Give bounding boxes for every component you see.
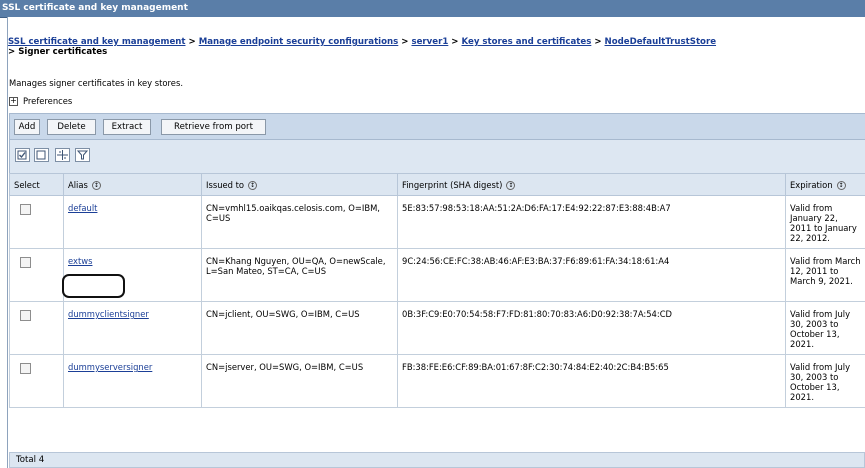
issued-to-cell: CN=jserver, OU=SWG, O=IBM, C=US bbox=[201, 354, 398, 408]
sort-icon[interactable]: ↕ bbox=[91, 180, 101, 190]
annotation-highlight bbox=[62, 274, 125, 298]
signer-certificates-table: Select Alias ↕ Issued to ↕ Fingerprint (SH… bbox=[9, 173, 865, 408]
extract-button[interactable]: Extract bbox=[103, 119, 151, 135]
breadcrumb-ssl-link[interactable]: SSL certificate and key management bbox=[8, 37, 186, 47]
table-row: dummyclientsigner CN=jclient, OU=SWG, O=… bbox=[9, 301, 865, 355]
table-row: extws CN=Khang Nguyen, OU=QA, O=newScale… bbox=[9, 248, 865, 302]
table-total: Total 4 bbox=[9, 452, 865, 468]
preferences-toggle[interactable]: + Preferences bbox=[9, 96, 72, 106]
issued-to-cell: CN=vmhl15.oaikqas.celosis.com, O=IBM, C=… bbox=[201, 195, 398, 249]
preferences-label: Preferences bbox=[23, 96, 73, 106]
table-icon-toolbar bbox=[9, 140, 865, 173]
sort-icon[interactable]: ↕ bbox=[506, 180, 516, 190]
select-all-icon[interactable] bbox=[15, 148, 30, 162]
row-select-checkbox[interactable] bbox=[20, 204, 31, 215]
fingerprint-cell: 9C:24:56:CE:FC:38:AB:46:AF:E3:BA:37:F6:8… bbox=[397, 248, 786, 302]
expiration-column-header[interactable]: Expiration ↕ bbox=[785, 173, 865, 196]
row-select-checkbox[interactable] bbox=[20, 363, 31, 374]
alias-link[interactable]: dummyserversigner bbox=[68, 362, 152, 372]
button-toolbar: Add Delete Extract Retrieve from port bbox=[9, 113, 865, 140]
sort-icon[interactable]: ↕ bbox=[836, 180, 846, 190]
select-column-header: Select bbox=[9, 173, 64, 196]
expiration-cell: Valid from March 12, 2011 to March 9, 20… bbox=[785, 248, 865, 302]
row-select-checkbox[interactable] bbox=[20, 310, 31, 321]
retrieve-from-port-button[interactable]: Retrieve from port bbox=[161, 119, 266, 135]
breadcrumb-current: > Signer certificates bbox=[8, 47, 108, 57]
breadcrumb: SSL certificate and key management > Man… bbox=[8, 37, 865, 57]
add-button[interactable]: Add bbox=[14, 119, 40, 135]
alias-link[interactable]: extws bbox=[68, 256, 92, 266]
fingerprint-cell: FB:38:FE:E6:CF:89:BA:01:67:8F:C2:30:74:8… bbox=[397, 354, 786, 408]
alias-link[interactable]: default bbox=[68, 203, 97, 213]
breadcrumb-server1-link[interactable]: server1 bbox=[411, 37, 448, 47]
page-description: Manages signer certificates in key store… bbox=[9, 78, 183, 88]
breadcrumb-separator: > bbox=[448, 37, 462, 47]
show-filter-icon[interactable] bbox=[55, 148, 70, 162]
table-row: default CN=vmhl15.oaikqas.celosis.com, O… bbox=[9, 195, 865, 249]
sort-icon[interactable]: ↕ bbox=[248, 180, 258, 190]
breadcrumb-separator: > bbox=[591, 37, 605, 47]
issued-to-column-header[interactable]: Issued to ↕ bbox=[201, 173, 398, 196]
breadcrumb-keystores-link[interactable]: Key stores and certificates bbox=[462, 37, 592, 47]
expand-icon: + bbox=[9, 96, 18, 106]
fingerprint-column-header[interactable]: Fingerprint (SHA digest) ↕ bbox=[397, 173, 786, 196]
breadcrumb-endpoint-link[interactable]: Manage endpoint security configurations bbox=[199, 37, 399, 47]
table-row: dummyserversigner CN=jserver, OU=SWG, O=… bbox=[9, 354, 865, 408]
window-titlebar: SSL certificate and key management bbox=[0, 0, 865, 18]
issued-to-cell: CN=jclient, OU=SWG, O=IBM, C=US bbox=[201, 301, 398, 355]
fingerprint-cell: 5E:83:57:98:53:18:AA:51:2A:D6:FA:17:E4:9… bbox=[397, 195, 786, 249]
alias-link[interactable]: dummyclientsigner bbox=[68, 309, 149, 319]
expiration-cell: Valid from July 30, 2003 to October 13, … bbox=[785, 354, 865, 408]
breadcrumb-truststore-link[interactable]: NodeDefaultTrustStore bbox=[605, 37, 717, 47]
issued-to-cell: CN=Khang Nguyen, OU=QA, O=newScale, L=Sa… bbox=[201, 248, 398, 302]
alias-column-header[interactable]: Alias ↕ bbox=[63, 173, 202, 196]
delete-button[interactable]: Delete bbox=[47, 119, 96, 135]
expiration-cell: Valid from January 22, 2011 to January 2… bbox=[785, 195, 865, 249]
row-select-checkbox[interactable] bbox=[20, 257, 31, 268]
deselect-all-icon[interactable] bbox=[34, 148, 49, 162]
clear-filter-icon[interactable] bbox=[75, 148, 90, 162]
expiration-cell: Valid from July 30, 2003 to October 13, … bbox=[785, 301, 865, 355]
breadcrumb-separator: > bbox=[398, 37, 412, 47]
window-title: SSL certificate and key management bbox=[2, 3, 188, 13]
fingerprint-cell: 0B:3F:C9:E0:70:54:58:F7:FD:81:80:70:83:A… bbox=[397, 301, 786, 355]
breadcrumb-separator: > bbox=[185, 37, 199, 47]
